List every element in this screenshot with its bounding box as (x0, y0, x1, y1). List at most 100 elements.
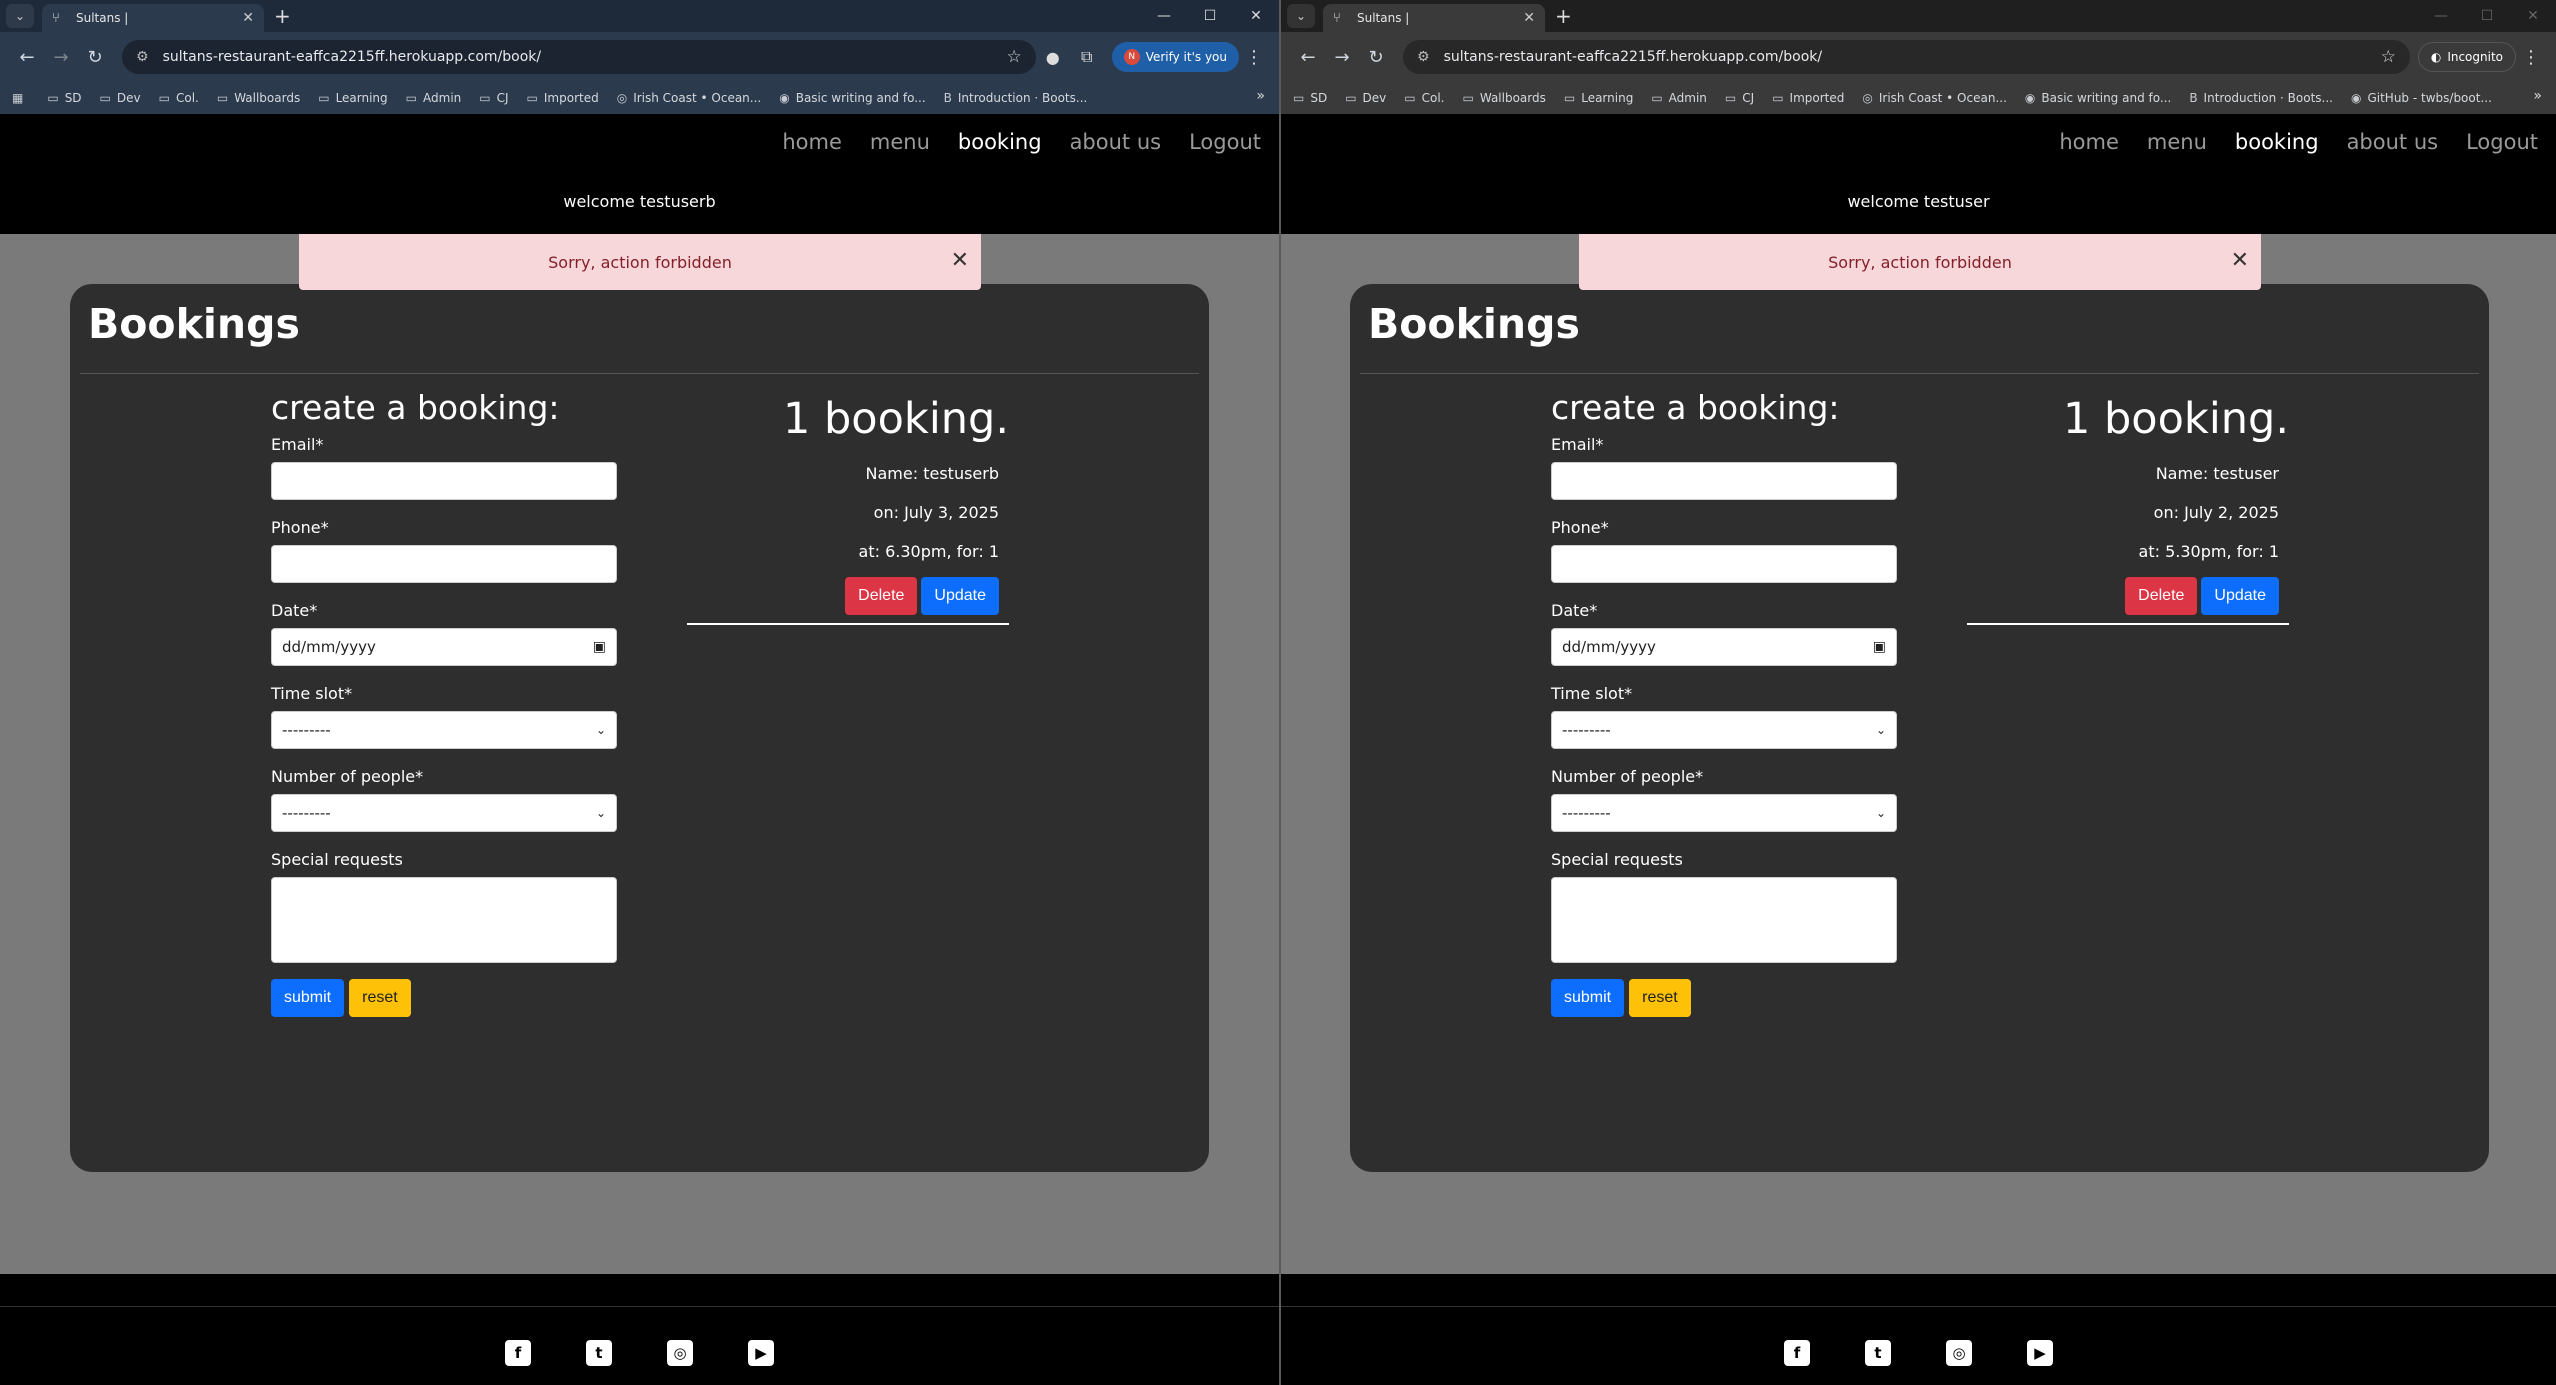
maximize-icon[interactable]: ☐ (2464, 0, 2510, 32)
nav-logout[interactable]: Logout (1189, 130, 1261, 154)
browser-menu-icon[interactable]: ⋮ (1239, 47, 1269, 68)
close-window-icon[interactable]: ✕ (1233, 0, 1279, 32)
delete-button[interactable]: Delete (2125, 577, 2198, 615)
bookmark-item[interactable]: ▭ CJ (1725, 91, 1754, 105)
bookmark-item[interactable]: ▭ Admin (1651, 91, 1707, 105)
close-tab-icon[interactable]: ✕ (242, 10, 254, 26)
youtube-icon[interactable]: ▶ (748, 1340, 774, 1366)
nav-logout[interactable]: Logout (2466, 130, 2538, 154)
bookmark-item[interactable]: ▭ Admin (406, 91, 462, 105)
browser-menu-icon[interactable]: ⋮ (2516, 47, 2546, 68)
requests-textarea[interactable] (271, 877, 617, 963)
people-select[interactable]: --------- ⌄ (271, 794, 617, 832)
phone-field[interactable] (271, 545, 617, 583)
submit-button[interactable]: submit (1551, 979, 1625, 1017)
bookmark-item[interactable]: ▭ Dev (1345, 91, 1386, 105)
submit-button[interactable]: submit (271, 979, 345, 1017)
bookmark-item[interactable]: ▭ Imported (527, 91, 599, 105)
browser-tab[interactable]: ⑂ Sultans | ✕ (1323, 4, 1545, 32)
bookmark-star-icon[interactable]: ☆ (2381, 47, 2396, 67)
twitter-icon[interactable]: t (1865, 1340, 1891, 1366)
nav-menu[interactable]: menu (870, 130, 930, 154)
site-info-icon[interactable]: ⚙ (1417, 49, 1430, 65)
profile-button[interactable]: N Verify it's you (1111, 42, 1239, 72)
calendar-icon[interactable]: ▣ (593, 639, 606, 655)
email-field[interactable] (271, 462, 617, 500)
more-bookmarks-icon[interactable]: » (2533, 88, 2542, 104)
forward-icon[interactable]: → (44, 47, 78, 68)
site-info-icon[interactable]: ⚙ (136, 49, 149, 65)
delete-button[interactable]: Delete (845, 577, 918, 615)
incognito-button[interactable]: ◐ Incognito (2417, 42, 2516, 72)
bookmark-item[interactable]: ◎ Irish Coast • Ocean... (1862, 91, 2007, 105)
calendar-icon[interactable]: ▣ (1873, 639, 1886, 655)
minimize-icon[interactable]: — (1141, 0, 1187, 32)
nav-home[interactable]: home (782, 130, 842, 154)
tab-search-button[interactable]: ⌄ (6, 4, 34, 28)
close-window-icon[interactable]: ✕ (2510, 0, 2556, 32)
bookmark-item[interactable]: ▭ Col. (1404, 91, 1444, 105)
nav-about-us[interactable]: about us (1070, 130, 1162, 154)
more-bookmarks-icon[interactable]: » (1256, 88, 1265, 104)
address-bar[interactable]: ⚙ sultans-restaurant-eaffca2215ff.heroku… (122, 40, 1036, 74)
new-tab-button[interactable]: + (274, 4, 291, 28)
close-icon[interactable]: ✕ (2231, 248, 2249, 273)
update-button[interactable]: Update (921, 577, 999, 615)
apps-icon[interactable]: ▦ (12, 91, 29, 105)
reload-icon[interactable]: ↻ (78, 47, 112, 68)
date-field[interactable]: dd/mm/yyyy ▣ (271, 628, 617, 666)
close-tab-icon[interactable]: ✕ (1523, 10, 1535, 26)
bookmark-item[interactable]: ▭ Imported (1772, 91, 1844, 105)
reset-button[interactable]: reset (349, 979, 411, 1017)
nav-booking[interactable]: booking (958, 130, 1042, 154)
bookmark-item[interactable]: ▭ Learning (318, 91, 387, 105)
forward-icon[interactable]: → (1325, 47, 1359, 68)
back-icon[interactable]: ← (10, 47, 44, 68)
email-field[interactable] (1551, 462, 1897, 500)
timeslot-select[interactable]: --------- ⌄ (1551, 711, 1897, 749)
reload-icon[interactable]: ↻ (1359, 47, 1393, 68)
nav-home[interactable]: home (2059, 130, 2119, 154)
bookmark-item[interactable]: ▭ Wallboards (217, 91, 300, 105)
bookmark-item[interactable]: ▭ Dev (100, 91, 141, 105)
back-icon[interactable]: ← (1291, 47, 1325, 68)
bookmark-item[interactable]: ▭ SD (47, 91, 81, 105)
twitter-icon[interactable]: t (586, 1340, 612, 1366)
bookmark-item[interactable]: ◎ Irish Coast • Ocean... (617, 91, 762, 105)
tab-search-button[interactable]: ⌄ (1287, 4, 1315, 28)
bookmark-item[interactable]: ▭ Col. (159, 91, 199, 105)
bookmark-item[interactable]: ▭ CJ (479, 91, 508, 105)
bookmark-item[interactable]: B Introduction · Boots... (2189, 91, 2333, 105)
close-icon[interactable]: ✕ (951, 248, 969, 273)
new-tab-button[interactable]: + (1555, 4, 1572, 28)
maximize-icon[interactable]: ☐ (1187, 0, 1233, 32)
bookmark-item[interactable]: ▭ SD (1293, 91, 1327, 105)
bookmark-item[interactable]: ◉ GitHub - twbs/boot... (2351, 91, 2492, 105)
reset-button[interactable]: reset (1629, 979, 1691, 1017)
phone-field[interactable] (1551, 545, 1897, 583)
nav-menu[interactable]: menu (2147, 130, 2207, 154)
nav-about-us[interactable]: about us (2347, 130, 2439, 154)
timeslot-select[interactable]: --------- ⌄ (271, 711, 617, 749)
bookmark-item[interactable]: B Introduction · Boots... (944, 91, 1088, 105)
bookmark-star-icon[interactable]: ☆ (1006, 47, 1021, 67)
bookmark-item[interactable]: ◉ Basic writing and fo... (779, 91, 925, 105)
update-button[interactable]: Update (2201, 577, 2279, 615)
requests-textarea[interactable] (1551, 877, 1897, 963)
extension-icon[interactable]: ● (1036, 48, 1070, 67)
nav-booking[interactable]: booking (2235, 130, 2319, 154)
browser-tab[interactable]: ⑂ Sultans | ✕ (42, 4, 264, 32)
extensions-puzzle-icon[interactable]: ⧉ (1070, 47, 1104, 67)
bookmark-item[interactable]: ▭ Wallboards (1463, 91, 1546, 105)
minimize-icon[interactable]: — (2418, 0, 2464, 32)
date-field[interactable]: dd/mm/yyyy ▣ (1551, 628, 1897, 666)
youtube-icon[interactable]: ▶ (2027, 1340, 2053, 1366)
instagram-icon[interactable]: ◎ (1946, 1340, 1972, 1366)
bookmark-item[interactable]: ◉ Basic writing and fo... (2025, 91, 2171, 105)
instagram-icon[interactable]: ◎ (667, 1340, 693, 1366)
people-select[interactable]: --------- ⌄ (1551, 794, 1897, 832)
bookmark-item[interactable]: ▭ Learning (1564, 91, 1633, 105)
facebook-icon[interactable]: f (505, 1340, 531, 1366)
facebook-icon[interactable]: f (1784, 1340, 1810, 1366)
address-bar[interactable]: ⚙ sultans-restaurant-eaffca2215ff.heroku… (1403, 40, 2410, 74)
